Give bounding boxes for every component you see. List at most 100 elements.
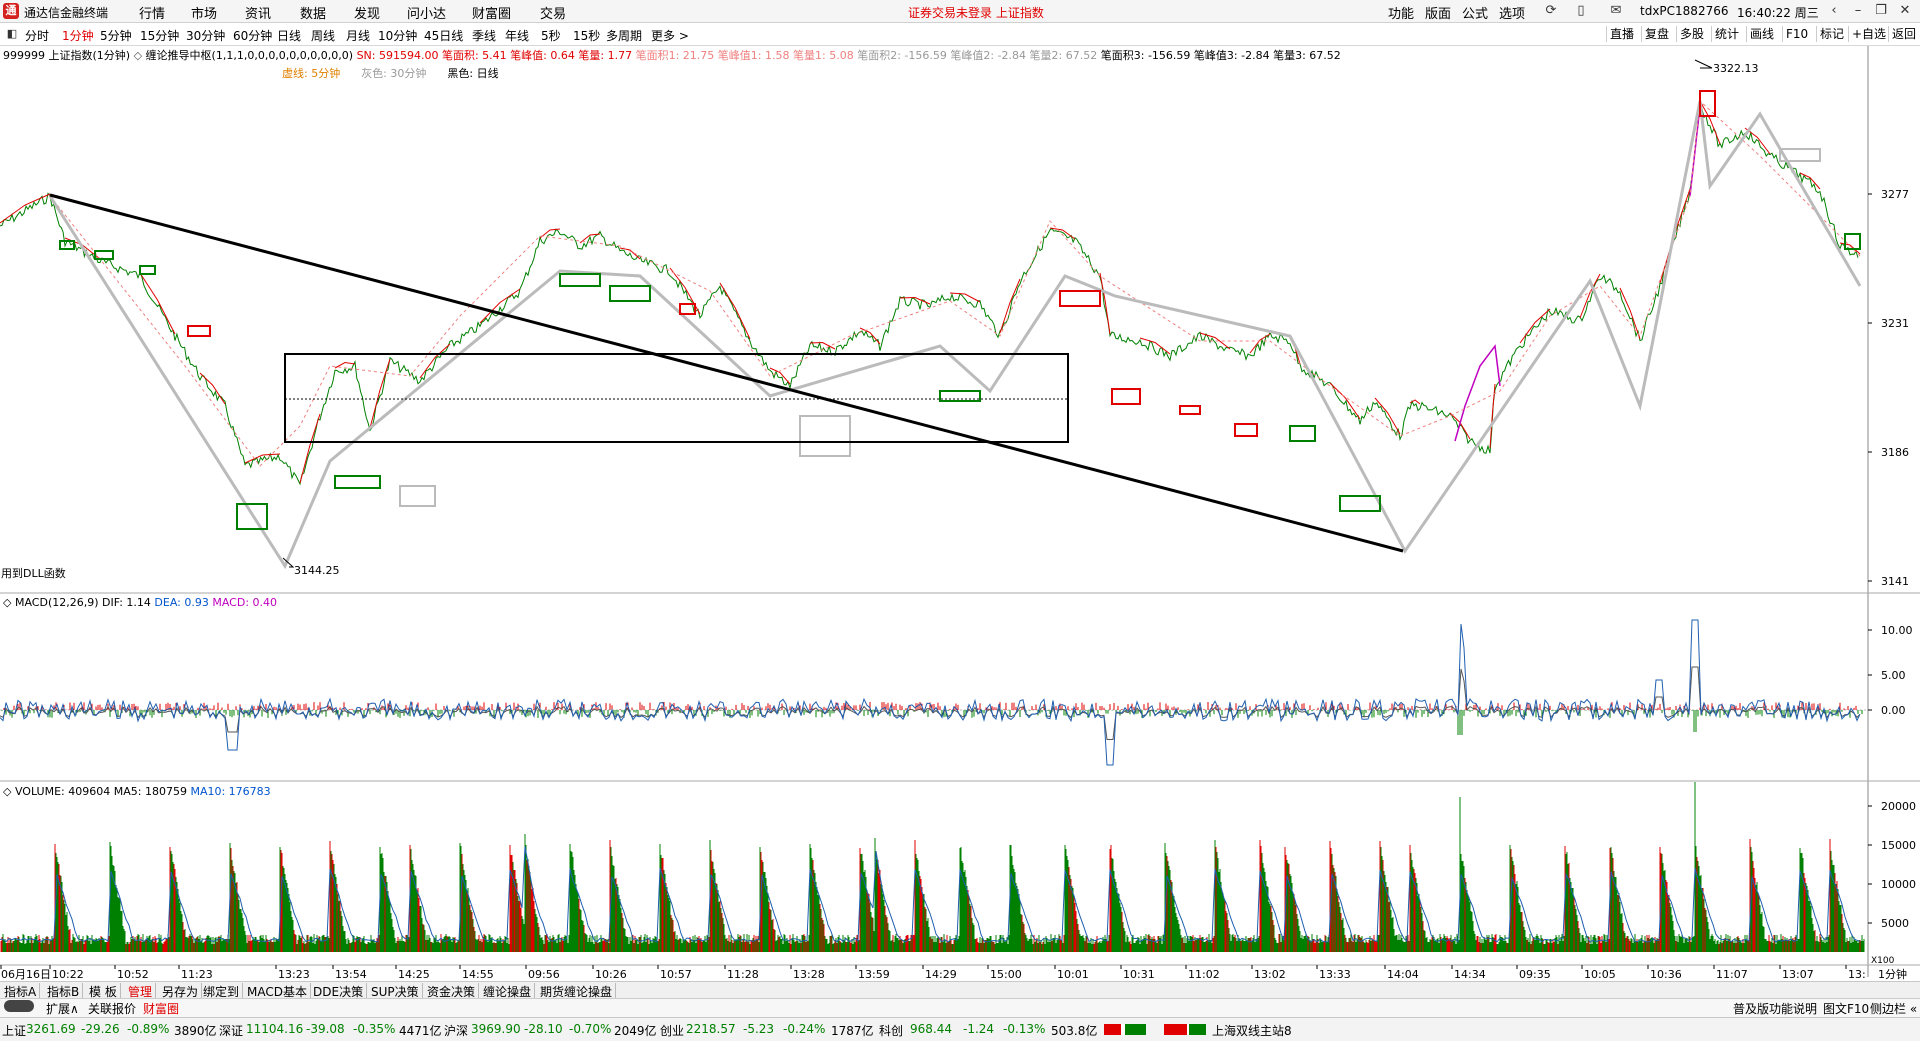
wealth-circle-button[interactable]: 财富圈 [143,1000,179,1017]
period-tab-11[interactable]: 季线 [472,27,496,44]
main-chart-header: 999999 上证指数(1分钟) ◇ 缠论推导中枢(1,1,1,0,0,0,0,… [3,47,1341,63]
f10-link[interactable]: 图文F10 [1823,1000,1869,1017]
period-tab-15[interactable]: 多周期 [606,27,642,44]
time-axis-label: 14:34 [1454,968,1486,980]
tool-button-3[interactable]: 统计 [1715,26,1739,42]
close-icon[interactable]: ✕ [1897,3,1913,19]
kc-change: -1.24 [963,1022,995,1036]
chart-canvas[interactable]: 3322.13 3144.25 3277 3231 3186 3141 10.00 5.00 0… [0,46,1920,980]
period-tab-2[interactable]: 5分钟 [100,27,132,44]
indicator-toggle-icon[interactable]: ◇ [134,49,142,62]
legend-dash: 虚线: 5分钟 [282,67,341,80]
tool-button-5[interactable]: F10 [1786,26,1808,42]
macd-title[interactable]: MACD(12,26,9) [15,596,99,609]
period-tab-9[interactable]: 10分钟 [378,27,417,44]
toggle-switch[interactable] [4,1000,34,1012]
indicator-name[interactable]: 缠论推导中枢(1,1,1,0,0,0,0,0,0,0,0,0,0) [146,49,354,62]
menu-shuju[interactable]: 数据 [300,3,326,22]
period-tab-0[interactable]: 分时 [25,27,49,44]
period-tab-5[interactable]: 60分钟 [233,27,272,44]
sub-bar: 扩展∧ 关联报价 财富圈 普及版功能说明 图文F10 侧边栏 « [0,998,1920,1017]
legend-black: 黑色: 日线 [447,67,499,80]
sidebar-toggle[interactable]: 侧边栏 « [1870,1000,1917,1017]
period-tab-3[interactable]: 15分钟 [140,27,179,44]
period-tab-14[interactable]: 15秒 [573,27,600,44]
menu-gongneng[interactable]: 功能 [1388,3,1414,22]
period-tab-13[interactable]: 5秒 [541,27,561,44]
hs-value: 3969.90 [471,1022,521,1036]
pivot-box [1289,425,1316,442]
menu-xuanxiang[interactable]: 选项 [1499,3,1525,22]
volume-axis-label: 10000 [1881,878,1916,891]
period-tab-7[interactable]: 周线 [311,27,335,44]
menu-wenxiaoda[interactable]: 问小达 [407,3,446,22]
period-tab-16[interactable]: 更多 > [651,27,689,44]
menu-hangqing[interactable]: 行情 [139,3,165,22]
period-tab-4[interactable]: 30分钟 [186,27,225,44]
kc-amount: 503.8亿 [1051,1024,1098,1038]
app-title: 通达信金融终端 [24,6,109,20]
period-tab-12[interactable]: 年线 [505,27,529,44]
message-icon[interactable]: ✉ [1608,3,1624,19]
time-axis-label: 15:00 [990,968,1022,980]
back-icon[interactable]: ‹ [1826,3,1842,19]
toolbar-separator [1816,26,1817,42]
symbol-label[interactable]: 999999 上证指数(1分钟) [3,49,130,62]
period-tab-8[interactable]: 月线 [346,27,370,44]
kc-name[interactable]: 科创 [879,1022,903,1039]
server-name[interactable]: 上海双线主站8 [1212,1022,1292,1039]
pivot-box [139,265,156,275]
tool-button-8[interactable]: 返回 [1892,26,1916,42]
hs-pct: -0.70% [569,1022,612,1036]
time-axis-label: 10:52 [117,968,149,980]
feature-help-link[interactable]: 普及版功能说明 [1733,1000,1817,1017]
macd-icon[interactable]: ◇ [3,596,11,609]
cy-name[interactable]: 创业 [660,1022,684,1039]
tool-button-1[interactable]: 复盘 [1645,26,1669,42]
time-axis-label: 13:28 [793,968,825,980]
dll-footnote: 用到DLL函数 [1,567,66,580]
login-warning[interactable]: 证券交易未登录 上证指数 [908,4,1044,21]
period-tab-1[interactable]: 1分钟 [62,27,94,44]
sh-name[interactable]: 上证 [2,1022,26,1039]
hs-change: -28.10 [524,1022,563,1036]
tool-button-2[interactable]: 多股 [1680,26,1704,42]
macd-value: MACD: 0.40 [212,596,278,609]
hs-amount: 2049亿 [614,1024,657,1038]
panel-toggle-icon[interactable]: ◧ [4,26,20,42]
period-tab-6[interactable]: 日线 [277,27,301,44]
phone-icon[interactable]: ▯ [1573,3,1589,19]
related-quotes-button[interactable]: 关联报价 [88,1000,136,1017]
tool-button-6[interactable]: 标记 [1820,26,1844,42]
period-tab-10[interactable]: 45日线 [424,27,463,44]
menu-gongshi[interactable]: 公式 [1462,3,1488,22]
time-axis-label: 11:23 [181,968,213,980]
tool-button-7[interactable]: +自选 [1852,26,1886,42]
volume-icon[interactable]: ◇ [3,785,11,798]
pivot-box [334,475,381,489]
menu-shichang[interactable]: 市场 [191,3,217,22]
tool-button-0[interactable]: 直播 [1610,26,1634,42]
menu-zixun[interactable]: 资讯 [245,3,271,22]
menu-caifuquan[interactable]: 财富圈 [472,3,511,22]
time-axis-label: 10:22 [52,968,84,980]
maximize-icon[interactable]: ❐ [1873,3,1889,19]
cy-pct: -0.24% [783,1022,826,1036]
tool-button-4[interactable]: 画线 [1750,26,1774,42]
pivot-box [1111,388,1141,405]
hs-name[interactable]: 沪深 [444,1022,468,1039]
volume-title[interactable]: VOLUME: 409604 [15,785,110,798]
pivot-box [399,485,436,507]
minimize-icon[interactable]: – [1850,3,1866,19]
expand-button[interactable]: 扩展∧ [46,1000,79,1017]
sz-amount: 4471亿 [399,1024,442,1038]
time-axis-label: 14:25 [398,968,430,980]
pivot-box [1059,290,1101,307]
sz-name[interactable]: 深证 [219,1022,243,1039]
refresh-icon[interactable]: ⟳ [1543,3,1559,19]
pen-volume: 笔量: 1.77 [578,49,633,62]
menu-banmian[interactable]: 版面 [1425,3,1451,22]
menu-faxian[interactable]: 发现 [354,3,380,22]
menu-jiaoyi[interactable]: 交易 [540,3,566,22]
pen-area: 笔面积: 5.41 [441,49,507,62]
